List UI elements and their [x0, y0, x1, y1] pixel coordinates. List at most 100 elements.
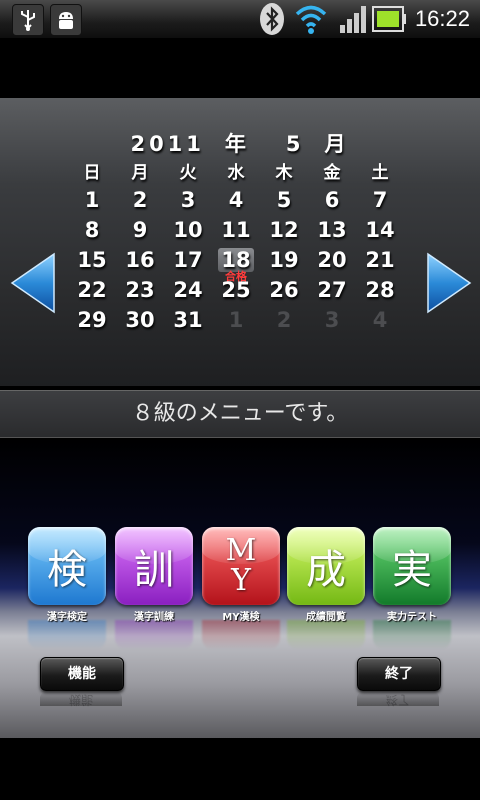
- calendar-day-number: 10: [173, 218, 203, 242]
- menu-tile[interactable]: 訓: [115, 527, 193, 605]
- clock: 16:22: [414, 6, 470, 31]
- calendar-day-number: 4: [372, 308, 388, 332]
- calendar-day-number: 11: [221, 218, 251, 242]
- calendar-day[interactable]: 25: [212, 278, 260, 302]
- calendar-day-number: 23: [125, 278, 155, 302]
- menu-tile-glyph: 訓: [134, 547, 174, 593]
- menu-tile-label: 実力テスト: [387, 612, 437, 623]
- weekday-header: 水: [227, 163, 245, 183]
- exit-button[interactable]: 終了: [357, 657, 441, 691]
- calendar-day-number: 27: [317, 278, 347, 302]
- next-month-button[interactable]: [426, 252, 472, 314]
- menu-tile[interactable]: 成: [287, 527, 365, 605]
- calendar-day[interactable]: 19: [260, 248, 308, 272]
- weekday-header: 火: [179, 163, 197, 183]
- calendar-day-number: 15: [77, 248, 107, 272]
- usb-icon: [12, 4, 44, 36]
- calendar-day[interactable]: 21: [356, 248, 404, 272]
- calendar-day-number: 14: [365, 218, 395, 242]
- calendar-day-number: 28: [365, 278, 395, 302]
- weekday-header: 金: [323, 163, 341, 183]
- calendar-day[interactable]: 3: [164, 188, 212, 212]
- right-arrow-icon: [427, 252, 472, 314]
- calendar-day-number: 8: [84, 218, 100, 242]
- calendar-month: 5: [285, 132, 305, 156]
- menu-tile[interactable]: 検: [28, 527, 106, 605]
- calendar-day-number: 7: [372, 188, 388, 212]
- menu-tile-label: 漢字検定: [47, 612, 87, 623]
- weekday-header: 月: [131, 163, 149, 183]
- calendar-day[interactable]: 22: [68, 278, 116, 302]
- calendar-day[interactable]: 15: [68, 248, 116, 272]
- calendar-day[interactable]: 6: [308, 188, 356, 212]
- calendar-day[interactable]: 10: [164, 218, 212, 242]
- calendar-day[interactable]: 1: [212, 308, 260, 332]
- level-message: ８級のメニューです。: [0, 390, 480, 438]
- menu-tile-label: 漢字訓練: [134, 612, 174, 623]
- left-arrow-icon: [10, 252, 55, 314]
- calendar-day[interactable]: 4: [356, 308, 404, 332]
- menu-tile-glyph: 成: [306, 547, 346, 593]
- calendar-day[interactable]: 1: [68, 188, 116, 212]
- calendar-day[interactable]: 12: [260, 218, 308, 242]
- menu-tile-glyph: 検: [47, 547, 87, 593]
- calendar-day[interactable]: 3: [308, 308, 356, 332]
- calendar-day[interactable]: 2: [260, 308, 308, 332]
- calendar-day[interactable]: 30: [116, 308, 164, 332]
- calendar-day[interactable]: 26: [260, 278, 308, 302]
- bluetooth-icon: [258, 0, 286, 38]
- calendar-day-number: 13: [317, 218, 347, 242]
- calendar-day[interactable]: 23: [116, 278, 164, 302]
- calendar-day[interactable]: 2: [116, 188, 164, 212]
- calendar-day[interactable]: 28: [356, 278, 404, 302]
- prev-month-button[interactable]: [10, 252, 56, 314]
- calendar-panel: 2011 年 5 月 日月火水木金土 1 2 3 4 5 6 7 8 9 10 11 12 13 14 15 16 17…: [0, 98, 480, 386]
- calendar-day[interactable]: 20: [308, 248, 356, 272]
- wifi-icon: [294, 0, 328, 38]
- weekday-header: 土: [371, 163, 389, 183]
- calendar-day-number: 19: [269, 248, 299, 272]
- calendar-day[interactable]: 24: [164, 278, 212, 302]
- calendar-day[interactable]: 7: [356, 188, 404, 212]
- menu-tile-reflection: [202, 620, 280, 650]
- calendar-day-number: 21: [365, 248, 395, 272]
- calendar-day-number: 25: [221, 278, 251, 302]
- menu-tile-reflection: [28, 620, 106, 650]
- calendar-day-number: 30: [125, 308, 155, 332]
- calendar-day[interactable]: 14: [356, 218, 404, 242]
- menu-tile-label: 成績閲覧: [306, 612, 346, 623]
- calendar-day[interactable]: 16: [116, 248, 164, 272]
- calendar-year: 2011: [130, 132, 205, 156]
- menu-tile[interactable]: 実: [373, 527, 451, 605]
- signal-icon: [338, 0, 368, 38]
- calendar-day-number: 1: [228, 308, 244, 332]
- calendar-day-number: 5: [276, 188, 292, 212]
- calendar-day[interactable]: 5: [260, 188, 308, 212]
- menu-tile[interactable]: MY: [202, 527, 280, 605]
- calendar-day[interactable]: 29: [68, 308, 116, 332]
- calendar-day[interactable]: 31: [164, 308, 212, 332]
- calendar-day[interactable]: 4: [212, 188, 260, 212]
- menu-tile-reflection: [373, 620, 451, 650]
- calendar-day-today[interactable]: 18 合格: [212, 248, 260, 283]
- android-debug-icon: [50, 4, 82, 36]
- calendar-day-number: 3: [324, 308, 340, 332]
- calendar-day-number: 9: [132, 218, 148, 242]
- function-button[interactable]: 機能: [40, 657, 124, 691]
- calendar-day-number: 2: [132, 188, 148, 212]
- calendar-day[interactable]: 27: [308, 278, 356, 302]
- menu-tile-glyph: 実: [392, 547, 432, 593]
- calendar-day[interactable]: 8: [68, 218, 116, 242]
- menu-area: 機能 機能 終了 終了 検漢字検定 訓漢字訓練 MY MY漢検 成成績閲覧 実実力テスト: [0, 438, 480, 738]
- calendar-day-number: 31: [173, 308, 203, 332]
- calendar-day-number: 6: [324, 188, 340, 212]
- calendar-day[interactable]: 13: [308, 218, 356, 242]
- calendar-day[interactable]: 9: [116, 218, 164, 242]
- battery-icon: [372, 0, 406, 38]
- calendar-day[interactable]: 11: [212, 218, 260, 242]
- exit-button-reflection: 終了: [357, 692, 439, 707]
- calendar-month-unit: 月: [324, 132, 350, 156]
- calendar-day-number: 16: [125, 248, 155, 272]
- calendar-day[interactable]: 17: [164, 248, 212, 272]
- calendar-day-number: 3: [180, 188, 196, 212]
